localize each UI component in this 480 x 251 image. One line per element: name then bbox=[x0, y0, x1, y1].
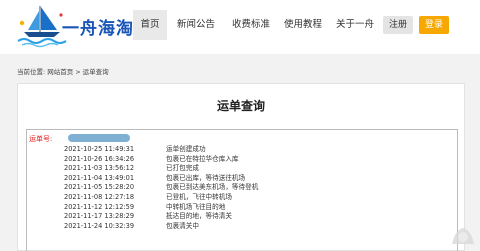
waybill-number-label: 运单号: bbox=[29, 135, 53, 143]
nav-item-tutorial[interactable]: 使用教程 bbox=[273, 10, 325, 40]
tracking-time: 2021-11-17 13:28:29 bbox=[64, 212, 135, 221]
tracking-row: 2021-11-03 13:56:12 已打包完成 bbox=[27, 164, 457, 174]
register-button[interactable]: 注册 bbox=[383, 16, 413, 34]
main-nav: 首页 新闻公告 收费标准 使用教程 关于一舟 bbox=[133, 10, 375, 40]
tracking-status: 已登机，飞往中转机场 bbox=[166, 192, 232, 201]
waybill-number-redacted bbox=[68, 134, 130, 142]
breadcrumb-separator: > bbox=[75, 68, 81, 76]
tracking-time: 2021-10-26 16:34:26 bbox=[64, 154, 135, 163]
tracking-row: 2021-10-25 11:49:31 运单创建成功 bbox=[27, 145, 457, 155]
tracking-row: 2021-10-26 16:34:26 包裹已在特拉华仓库入库 bbox=[27, 155, 457, 165]
breadcrumb-prefix: 当前位置: bbox=[17, 68, 46, 76]
login-button[interactable]: 登录 bbox=[419, 16, 449, 34]
tracking-list: 2021-10-25 11:49:31 运单创建成功 2021-10-26 16:… bbox=[27, 145, 457, 231]
site-header: 一舟海淘 首页 新闻公告 收费标准 使用教程 关于一舟 注册 登录 bbox=[0, 0, 480, 54]
logo-text: 一舟海淘 bbox=[62, 19, 134, 39]
tracking-time: 2021-11-04 13:49:01 bbox=[64, 173, 135, 182]
tracking-status: 中转机场飞往目的地 bbox=[166, 202, 226, 211]
nav-item-pricing[interactable]: 收费标准 bbox=[220, 10, 273, 40]
breadcrumb-current: 运单查询 bbox=[82, 68, 109, 76]
tracking-status: 包裹已到达美东机场，等待登机 bbox=[166, 183, 259, 192]
tracking-time: 2021-11-24 10:32:39 bbox=[64, 221, 135, 230]
nav-item-news[interactable]: 新闻公告 bbox=[167, 10, 220, 40]
waybill-panel: 运单查询 运单号: 2021-10-25 11:49:31 运单创建成功 2021… bbox=[17, 83, 465, 251]
breadcrumb: 当前位置: 网站首页 > 运单查询 bbox=[17, 66, 111, 76]
nav-item-home[interactable]: 首页 bbox=[133, 10, 167, 40]
tracking-status: 运单创建成功 bbox=[166, 145, 206, 153]
watermark-logo-icon bbox=[452, 228, 474, 244]
tracking-row: 2021-11-05 15:28:20 包裹已到达美东机场，等待登机 bbox=[27, 183, 457, 193]
breadcrumb-home-link[interactable]: 网站首页 bbox=[47, 68, 73, 76]
tracking-row: 2021-11-12 12:12:59 中转机场飞往目的地 bbox=[27, 203, 457, 213]
tracking-row: 2021-11-08 12:27:18 已登机，飞往中转机场 bbox=[27, 193, 457, 203]
tracking-row: 2021-11-17 13:28:29 抵达目的地，等待清关 bbox=[27, 212, 457, 222]
tracking-row: 2021-11-04 13:49:01 包裹已出库，等待送往机场 bbox=[27, 174, 457, 184]
tracking-result-box: 运单号: 2021-10-25 11:49:31 运单创建成功 2021-10-2… bbox=[26, 129, 458, 251]
tracking-time: 2021-11-03 13:56:12 bbox=[64, 164, 135, 173]
tracking-status: 包裹已出库，等待送往机场 bbox=[166, 173, 246, 182]
nav-item-about[interactable]: 关于一舟 bbox=[325, 10, 375, 40]
tracking-time: 2021-11-05 15:28:20 bbox=[64, 183, 135, 192]
tracking-time: 2021-11-12 12:12:59 bbox=[64, 202, 135, 211]
tracking-status: 已打包完成 bbox=[166, 164, 199, 173]
tracking-status: 包裹清关中 bbox=[166, 221, 199, 230]
tracking-status: 包裹已在特拉华仓库入库 bbox=[166, 154, 239, 163]
tracking-time: 2021-10-25 11:49:31 bbox=[64, 145, 135, 153]
tracking-time: 2021-11-08 12:27:18 bbox=[64, 192, 135, 201]
page-title: 运单查询 bbox=[216, 99, 265, 113]
tracking-row: 2021-11-24 10:32:39 包裹清关中 bbox=[27, 222, 457, 232]
tracking-status: 抵达目的地，等待清关 bbox=[166, 212, 232, 221]
